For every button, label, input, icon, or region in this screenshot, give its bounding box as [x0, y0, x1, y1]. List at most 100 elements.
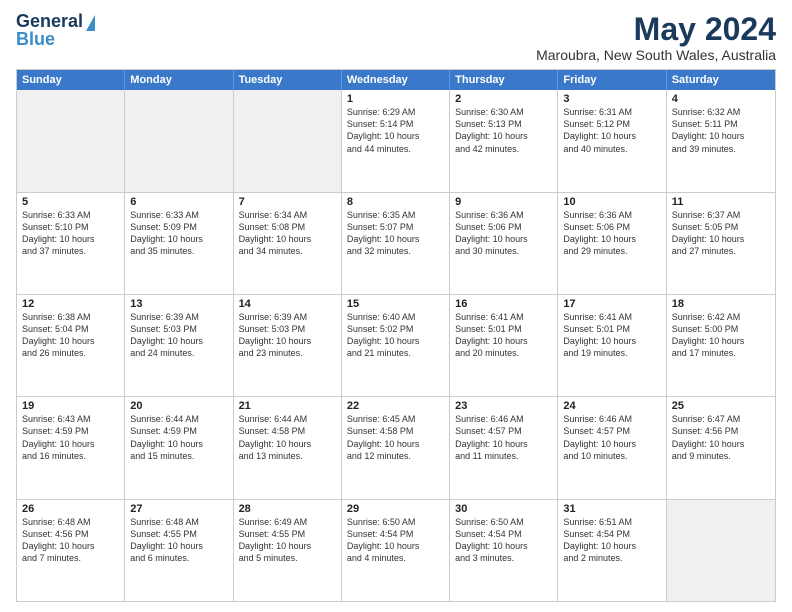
calendar-row-1: 5Sunrise: 6:33 AM Sunset: 5:10 PM Daylig…: [17, 192, 775, 294]
cell-info: Sunrise: 6:44 AM Sunset: 4:59 PM Dayligh…: [130, 413, 227, 462]
cell-info: Sunrise: 6:38 AM Sunset: 5:04 PM Dayligh…: [22, 311, 119, 360]
cell-info: Sunrise: 6:30 AM Sunset: 5:13 PM Dayligh…: [455, 106, 552, 155]
header-day-saturday: Saturday: [667, 70, 775, 90]
calendar-row-4: 26Sunrise: 6:48 AM Sunset: 4:56 PM Dayli…: [17, 499, 775, 601]
cell-info: Sunrise: 6:34 AM Sunset: 5:08 PM Dayligh…: [239, 209, 336, 258]
main-title: May 2024: [536, 12, 776, 47]
logo-blue: Blue: [16, 30, 55, 50]
day-number: 3: [563, 93, 660, 105]
cell-info: Sunrise: 6:46 AM Sunset: 4:57 PM Dayligh…: [455, 413, 552, 462]
cal-cell-27: 27Sunrise: 6:48 AM Sunset: 4:55 PM Dayli…: [125, 500, 233, 601]
day-number: 21: [239, 400, 336, 412]
day-number: 6: [130, 196, 227, 208]
day-number: 25: [672, 400, 770, 412]
subtitle: Maroubra, New South Wales, Australia: [536, 47, 776, 63]
day-number: 26: [22, 503, 119, 515]
header-day-tuesday: Tuesday: [234, 70, 342, 90]
cell-info: Sunrise: 6:39 AM Sunset: 5:03 PM Dayligh…: [130, 311, 227, 360]
cell-info: Sunrise: 6:48 AM Sunset: 4:56 PM Dayligh…: [22, 516, 119, 565]
day-number: 28: [239, 503, 336, 515]
cal-cell-4: 4Sunrise: 6:32 AM Sunset: 5:11 PM Daylig…: [667, 90, 775, 191]
cal-cell-7: 7Sunrise: 6:34 AM Sunset: 5:08 PM Daylig…: [234, 193, 342, 294]
day-number: 8: [347, 196, 444, 208]
cal-cell-26: 26Sunrise: 6:48 AM Sunset: 4:56 PM Dayli…: [17, 500, 125, 601]
cal-cell-30: 30Sunrise: 6:50 AM Sunset: 4:54 PM Dayli…: [450, 500, 558, 601]
cell-info: Sunrise: 6:36 AM Sunset: 5:06 PM Dayligh…: [455, 209, 552, 258]
day-number: 27: [130, 503, 227, 515]
cal-cell-empty-0: [17, 90, 125, 191]
day-number: 10: [563, 196, 660, 208]
calendar: SundayMondayTuesdayWednesdayThursdayFrid…: [16, 69, 776, 602]
header-day-sunday: Sunday: [17, 70, 125, 90]
cal-cell-11: 11Sunrise: 6:37 AM Sunset: 5:05 PM Dayli…: [667, 193, 775, 294]
calendar-row-2: 12Sunrise: 6:38 AM Sunset: 5:04 PM Dayli…: [17, 294, 775, 396]
cell-info: Sunrise: 6:33 AM Sunset: 5:10 PM Dayligh…: [22, 209, 119, 258]
cal-cell-12: 12Sunrise: 6:38 AM Sunset: 5:04 PM Dayli…: [17, 295, 125, 396]
day-number: 19: [22, 400, 119, 412]
cal-cell-21: 21Sunrise: 6:44 AM Sunset: 4:58 PM Dayli…: [234, 397, 342, 498]
cell-info: Sunrise: 6:50 AM Sunset: 4:54 PM Dayligh…: [455, 516, 552, 565]
day-number: 11: [672, 196, 770, 208]
cal-cell-14: 14Sunrise: 6:39 AM Sunset: 5:03 PM Dayli…: [234, 295, 342, 396]
cell-info: Sunrise: 6:41 AM Sunset: 5:01 PM Dayligh…: [455, 311, 552, 360]
cal-cell-15: 15Sunrise: 6:40 AM Sunset: 5:02 PM Dayli…: [342, 295, 450, 396]
cell-info: Sunrise: 6:42 AM Sunset: 5:00 PM Dayligh…: [672, 311, 770, 360]
cell-info: Sunrise: 6:40 AM Sunset: 5:02 PM Dayligh…: [347, 311, 444, 360]
cell-info: Sunrise: 6:50 AM Sunset: 4:54 PM Dayligh…: [347, 516, 444, 565]
cal-cell-25: 25Sunrise: 6:47 AM Sunset: 4:56 PM Dayli…: [667, 397, 775, 498]
cell-info: Sunrise: 6:32 AM Sunset: 5:11 PM Dayligh…: [672, 106, 770, 155]
cell-info: Sunrise: 6:44 AM Sunset: 4:58 PM Dayligh…: [239, 413, 336, 462]
day-number: 22: [347, 400, 444, 412]
page: General Blue May 2024 Maroubra, New Sout…: [0, 0, 792, 612]
day-number: 4: [672, 93, 770, 105]
cell-info: Sunrise: 6:51 AM Sunset: 4:54 PM Dayligh…: [563, 516, 660, 565]
cal-cell-22: 22Sunrise: 6:45 AM Sunset: 4:58 PM Dayli…: [342, 397, 450, 498]
cal-cell-8: 8Sunrise: 6:35 AM Sunset: 5:07 PM Daylig…: [342, 193, 450, 294]
cal-cell-23: 23Sunrise: 6:46 AM Sunset: 4:57 PM Dayli…: [450, 397, 558, 498]
day-number: 1: [347, 93, 444, 105]
calendar-header: SundayMondayTuesdayWednesdayThursdayFrid…: [17, 70, 775, 90]
cal-cell-empty-1: [125, 90, 233, 191]
cal-cell-empty-6: [667, 500, 775, 601]
day-number: 9: [455, 196, 552, 208]
day-number: 20: [130, 400, 227, 412]
day-number: 7: [239, 196, 336, 208]
cal-cell-24: 24Sunrise: 6:46 AM Sunset: 4:57 PM Dayli…: [558, 397, 666, 498]
day-number: 30: [455, 503, 552, 515]
day-number: 13: [130, 298, 227, 310]
cal-cell-empty-2: [234, 90, 342, 191]
cell-info: Sunrise: 6:33 AM Sunset: 5:09 PM Dayligh…: [130, 209, 227, 258]
cell-info: Sunrise: 6:48 AM Sunset: 4:55 PM Dayligh…: [130, 516, 227, 565]
logo-triangle-icon: [86, 15, 95, 31]
cal-cell-2: 2Sunrise: 6:30 AM Sunset: 5:13 PM Daylig…: [450, 90, 558, 191]
cal-cell-31: 31Sunrise: 6:51 AM Sunset: 4:54 PM Dayli…: [558, 500, 666, 601]
calendar-row-0: 1Sunrise: 6:29 AM Sunset: 5:14 PM Daylig…: [17, 90, 775, 191]
day-number: 14: [239, 298, 336, 310]
day-number: 24: [563, 400, 660, 412]
day-number: 5: [22, 196, 119, 208]
day-number: 2: [455, 93, 552, 105]
header-day-thursday: Thursday: [450, 70, 558, 90]
cell-info: Sunrise: 6:43 AM Sunset: 4:59 PM Dayligh…: [22, 413, 119, 462]
day-number: 31: [563, 503, 660, 515]
cal-cell-16: 16Sunrise: 6:41 AM Sunset: 5:01 PM Dayli…: [450, 295, 558, 396]
calendar-row-3: 19Sunrise: 6:43 AM Sunset: 4:59 PM Dayli…: [17, 396, 775, 498]
cal-cell-9: 9Sunrise: 6:36 AM Sunset: 5:06 PM Daylig…: [450, 193, 558, 294]
title-block: May 2024 Maroubra, New South Wales, Aust…: [536, 12, 776, 63]
cell-info: Sunrise: 6:41 AM Sunset: 5:01 PM Dayligh…: [563, 311, 660, 360]
day-number: 18: [672, 298, 770, 310]
header: General Blue May 2024 Maroubra, New Sout…: [16, 12, 776, 63]
day-number: 29: [347, 503, 444, 515]
day-number: 15: [347, 298, 444, 310]
cell-info: Sunrise: 6:46 AM Sunset: 4:57 PM Dayligh…: [563, 413, 660, 462]
header-day-wednesday: Wednesday: [342, 70, 450, 90]
cell-info: Sunrise: 6:39 AM Sunset: 5:03 PM Dayligh…: [239, 311, 336, 360]
cell-info: Sunrise: 6:47 AM Sunset: 4:56 PM Dayligh…: [672, 413, 770, 462]
cal-cell-3: 3Sunrise: 6:31 AM Sunset: 5:12 PM Daylig…: [558, 90, 666, 191]
cell-info: Sunrise: 6:31 AM Sunset: 5:12 PM Dayligh…: [563, 106, 660, 155]
cell-info: Sunrise: 6:45 AM Sunset: 4:58 PM Dayligh…: [347, 413, 444, 462]
day-number: 17: [563, 298, 660, 310]
day-number: 23: [455, 400, 552, 412]
cal-cell-6: 6Sunrise: 6:33 AM Sunset: 5:09 PM Daylig…: [125, 193, 233, 294]
day-number: 16: [455, 298, 552, 310]
